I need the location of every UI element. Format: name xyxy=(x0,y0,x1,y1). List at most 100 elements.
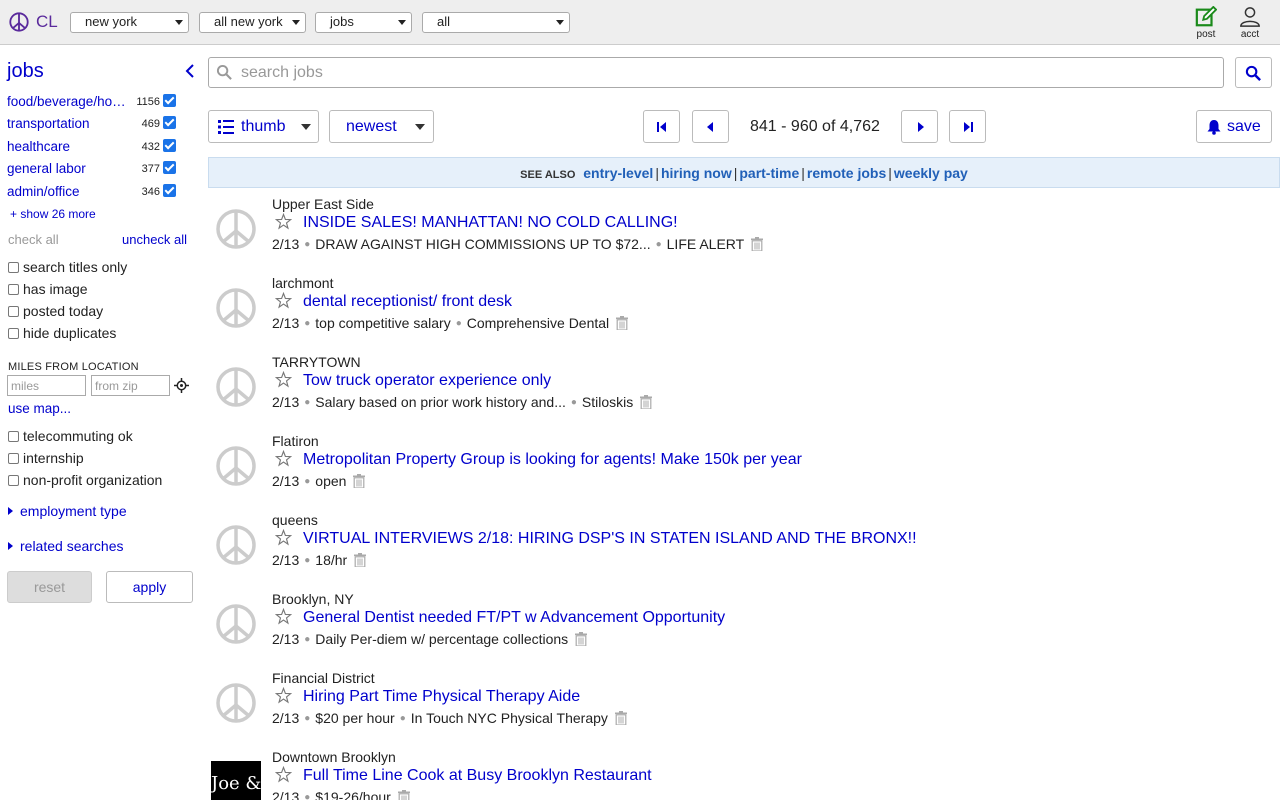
peace-placeholder-icon[interactable] xyxy=(211,204,261,254)
category-select[interactable]: jobs xyxy=(315,12,412,33)
peace-placeholder-icon[interactable] xyxy=(211,599,261,649)
miles-input[interactable]: miles xyxy=(7,375,86,396)
listing-thumbnail[interactable]: Joe & Toll xyxy=(211,761,261,800)
account-button[interactable]: acct xyxy=(1230,6,1270,40)
star-icon[interactable] xyxy=(275,766,292,783)
employment-type-toggle[interactable]: employment type xyxy=(8,503,127,519)
checkbox[interactable] xyxy=(8,474,19,486)
apply-button[interactable]: apply xyxy=(106,571,193,603)
category-item-general-labor[interactable]: general labor 377 xyxy=(7,160,182,180)
category-item-healthcare[interactable]: healthcare 432 xyxy=(7,138,182,158)
peace-placeholder-icon[interactable] xyxy=(211,362,261,412)
view-mode-dropdown[interactable]: thumb xyxy=(208,110,319,143)
uncheck-all-link[interactable]: uncheck all xyxy=(122,232,187,247)
checkbox[interactable] xyxy=(8,452,19,464)
area-select[interactable]: new york xyxy=(70,12,189,33)
filter-has-image[interactable]: has image xyxy=(8,280,88,298)
trash-icon[interactable] xyxy=(614,711,627,725)
category-checkbox[interactable] xyxy=(163,116,176,129)
search-button[interactable] xyxy=(1235,57,1272,88)
related-searches-toggle[interactable]: related searches xyxy=(8,538,124,554)
previous-page-icon xyxy=(707,122,713,132)
star-icon[interactable] xyxy=(275,213,292,230)
filter-label: posted today xyxy=(23,303,104,319)
category-item-transportation[interactable]: transportation 469 xyxy=(7,115,182,135)
star-icon[interactable] xyxy=(275,529,292,546)
listing-title-link[interactable]: INSIDE SALES! MANHATTAN! NO COLD CALLING… xyxy=(303,214,678,232)
star-icon[interactable] xyxy=(275,292,292,309)
sort-dropdown[interactable]: newest xyxy=(329,110,434,143)
category-checkbox[interactable] xyxy=(163,161,176,174)
listing-row[interactable]: queens VIRTUAL INTERVIEWS 2/18: HIRING DS… xyxy=(208,512,1280,591)
listing-row[interactable]: Brooklyn, NY General Dentist needed FT/PT… xyxy=(208,591,1280,670)
category-checkbox[interactable] xyxy=(163,184,176,197)
search-input[interactable]: search jobs xyxy=(208,57,1224,88)
star-icon[interactable] xyxy=(275,371,292,388)
previous-page-button[interactable] xyxy=(692,110,729,143)
trash-icon[interactable] xyxy=(616,316,629,330)
category-item-admin-office[interactable]: admin/office 346 xyxy=(7,183,182,203)
option-non-profit[interactable]: non-profit organization xyxy=(8,471,162,489)
listing-row[interactable]: Flatiron Metropolitan Property Group is l… xyxy=(208,433,1280,512)
star-icon[interactable] xyxy=(275,450,292,467)
star-icon[interactable] xyxy=(275,608,292,625)
first-page-button[interactable] xyxy=(643,110,680,143)
listing-row[interactable]: TARRYTOWN Tow truck operator experience o… xyxy=(208,354,1280,433)
category-item-food[interactable]: food/beverage/hospitality 1156 xyxy=(7,93,182,113)
listing-title-link[interactable]: dental receptionist/ front desk xyxy=(303,293,512,311)
listing-title-link[interactable]: Full Time Line Cook at Busy Brooklyn Res… xyxy=(303,767,652,785)
checkbox[interactable] xyxy=(8,283,19,295)
peace-placeholder-icon[interactable] xyxy=(211,283,261,333)
listing-title-link[interactable]: Metropolitan Property Group is looking f… xyxy=(303,451,802,469)
search-placeholder: search jobs xyxy=(241,64,323,81)
option-internship[interactable]: internship xyxy=(8,449,84,467)
last-page-button[interactable] xyxy=(949,110,986,143)
show-more-link[interactable]: + show 26 more xyxy=(10,207,96,221)
listing-row[interactable]: larchmont dental receptionist/ front desk… xyxy=(208,275,1280,354)
see-also-link-entry-level[interactable]: entry-level xyxy=(583,165,653,181)
trash-icon[interactable] xyxy=(575,632,588,646)
trash-icon[interactable] xyxy=(397,790,410,800)
listing-title-link[interactable]: General Dentist needed FT/PT w Advanceme… xyxy=(303,609,725,627)
trash-icon[interactable] xyxy=(640,395,653,409)
post-button[interactable]: post xyxy=(1186,6,1226,40)
trash-icon[interactable] xyxy=(353,474,366,488)
save-search-button[interactable]: save xyxy=(1196,110,1272,143)
site-logo[interactable]: CL xyxy=(8,11,58,33)
trash-icon[interactable] xyxy=(354,553,367,567)
see-also-link-remote-jobs[interactable]: remote jobs xyxy=(807,165,886,181)
checkbox[interactable] xyxy=(8,261,19,273)
trash-icon[interactable] xyxy=(751,237,764,251)
filter-posted-today[interactable]: posted today xyxy=(8,302,103,320)
peace-placeholder-icon[interactable] xyxy=(211,441,261,491)
subcategory-select[interactable]: all xyxy=(422,12,570,33)
category-checkbox[interactable] xyxy=(163,94,176,107)
peace-placeholder-icon[interactable] xyxy=(211,520,261,570)
star-icon[interactable] xyxy=(275,687,292,704)
peace-placeholder-icon[interactable] xyxy=(211,678,261,728)
listing-row[interactable]: Upper East Side INSIDE SALES! MANHATTAN! … xyxy=(208,196,1280,275)
checkbox[interactable] xyxy=(8,430,19,442)
filter-search-titles[interactable]: search titles only xyxy=(8,258,127,276)
subarea-select[interactable]: all new york xyxy=(199,12,306,33)
see-also-link-hiring-now[interactable]: hiring now xyxy=(661,165,732,181)
listing-row[interactable]: Financial District Hiring Part Time Physi… xyxy=(208,670,1280,749)
checkbox[interactable] xyxy=(8,305,19,317)
filter-hide-duplicates[interactable]: hide duplicates xyxy=(8,324,116,342)
category-checkbox[interactable] xyxy=(163,139,176,152)
zip-input[interactable]: from zip xyxy=(91,375,170,396)
use-map-link[interactable]: use map... xyxy=(8,401,71,416)
listing-title-link[interactable]: VIRTUAL INTERVIEWS 2/18: HIRING DSP'S IN… xyxy=(303,530,917,548)
locate-icon[interactable] xyxy=(174,378,189,393)
check-all-link[interactable]: check all xyxy=(8,232,59,247)
listing-title-link[interactable]: Tow truck operator experience only xyxy=(303,372,551,390)
listing-title-link[interactable]: Hiring Part Time Physical Therapy Aide xyxy=(303,688,580,706)
collapse-sidebar-icon[interactable] xyxy=(183,63,197,79)
see-also-link-part-time[interactable]: part-time xyxy=(739,165,799,181)
checkbox[interactable] xyxy=(8,327,19,339)
next-page-button[interactable] xyxy=(901,110,938,143)
reset-button[interactable]: reset xyxy=(7,571,92,603)
option-telecommuting[interactable]: telecommuting ok xyxy=(8,427,133,445)
see-also-link-weekly-pay[interactable]: weekly pay xyxy=(894,165,968,181)
listing-row[interactable]: Joe & Toll Downtown Brooklyn Full Time Lin… xyxy=(208,749,1280,800)
